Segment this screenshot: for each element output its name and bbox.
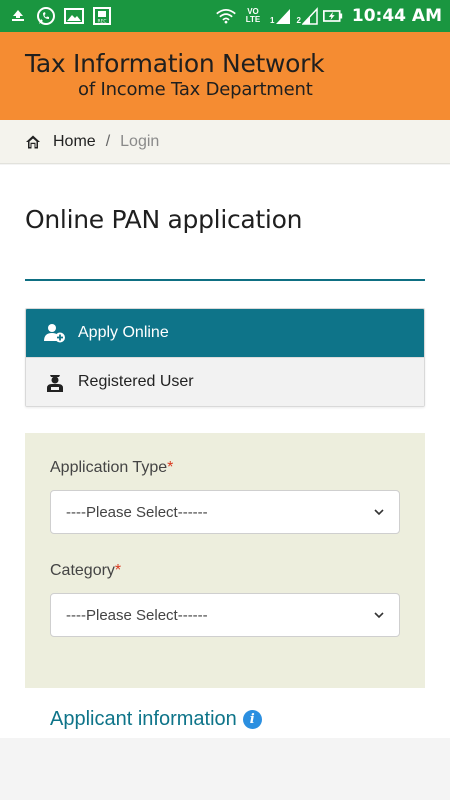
- login-tabs: Apply Online Registered User: [25, 308, 425, 407]
- info-icon[interactable]: i: [242, 710, 262, 729]
- tab-apply-online[interactable]: Apply Online: [26, 309, 424, 357]
- volte-indicator: VO LTE: [245, 7, 261, 24]
- svg-text:REC: REC: [97, 19, 106, 25]
- registered-user-icon: [44, 371, 66, 393]
- breadcrumb-separator: /: [105, 132, 111, 150]
- breadcrumb: Home / Login: [0, 120, 450, 164]
- category-label: Category*: [50, 562, 122, 579]
- site-title: Tax Information Network: [25, 49, 325, 78]
- page-title: Online PAN application: [25, 205, 303, 234]
- required-marker: *: [114, 562, 122, 579]
- category-value: ----Please Select------: [66, 606, 208, 624]
- application-type-select[interactable]: ----Please Select------: [50, 490, 400, 534]
- gallery-icon: [64, 6, 84, 26]
- whatsapp-icon: [36, 6, 56, 26]
- tab-registered-user[interactable]: Registered User: [26, 357, 424, 406]
- wifi-icon: [216, 6, 236, 26]
- signal-icon-2: 2: [296, 7, 318, 25]
- screen-record-icon: REC: [92, 6, 112, 26]
- status-bar: REC VO LTE 1 2 10:44 AM: [0, 0, 450, 32]
- main-content: Online PAN application Apply Online Regi…: [0, 165, 450, 738]
- category-select[interactable]: ----Please Select------: [50, 593, 400, 637]
- site-header: Tax Information Network of Income Tax De…: [0, 32, 450, 120]
- application-form-panel: Application Type* ----Please Select-----…: [25, 433, 425, 688]
- site-subtitle: of Income Tax Department: [78, 79, 313, 100]
- required-marker: *: [167, 459, 174, 476]
- battery-charging-icon: [322, 6, 343, 26]
- tab-apply-online-label: Apply Online: [78, 324, 169, 341]
- chevron-down-icon: [374, 612, 384, 619]
- home-icon[interactable]: [25, 134, 41, 150]
- applicant-information-heading: Applicant information i: [50, 708, 262, 731]
- breadcrumb-home-link[interactable]: Home: [53, 133, 96, 151]
- title-divider: [25, 279, 425, 281]
- application-type-value: ----Please Select------: [66, 503, 208, 521]
- breadcrumb-current: Login: [120, 132, 160, 150]
- status-time: 10:44 AM: [351, 6, 442, 26]
- upload-icon: [8, 6, 28, 26]
- chevron-down-icon: [374, 509, 384, 516]
- add-user-icon: [44, 322, 66, 344]
- application-type-label: Application Type*: [50, 459, 174, 476]
- signal-icon: 1: [270, 7, 291, 25]
- tab-registered-user-label: Registered User: [78, 373, 194, 390]
